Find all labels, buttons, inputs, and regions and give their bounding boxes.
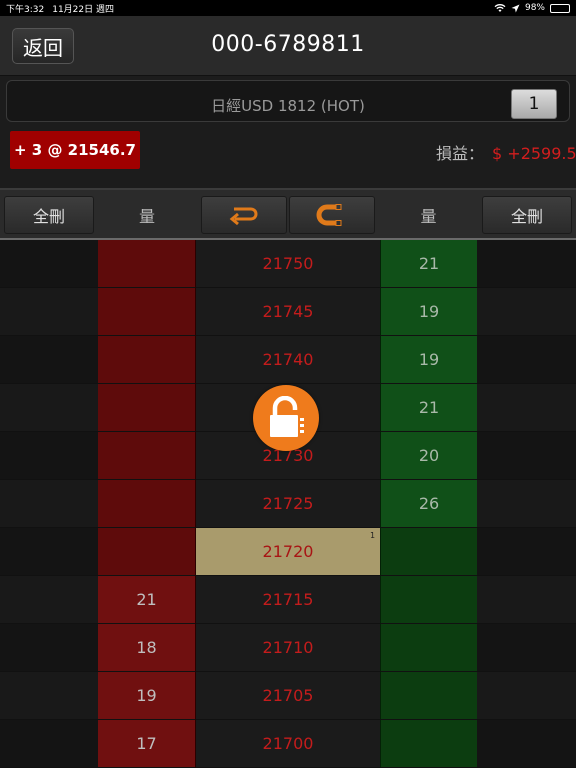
buy-order-cell[interactable] — [0, 432, 98, 480]
ladder-row: 21740 19 — [0, 336, 576, 384]
order-quantity-button[interactable]: 1 — [511, 89, 557, 119]
ask-volume-cell[interactable]: 19 — [380, 288, 477, 336]
ask-volume-cell[interactable] — [380, 576, 477, 624]
bid-volume-cell[interactable] — [98, 240, 196, 288]
position-row: + 3 @ 21546.7 損益： $ +2599.5 — [0, 126, 576, 188]
buy-order-cell[interactable] — [0, 528, 98, 576]
bid-volume-cell[interactable] — [98, 384, 196, 432]
ladder-row: 18 21710 — [0, 624, 576, 672]
location-arrow-icon — [511, 4, 520, 12]
buy-order-cell[interactable] — [0, 384, 98, 432]
ladder-row: 21720 1 — [0, 528, 576, 576]
sell-volume-header: 量 — [420, 207, 437, 226]
recenter-button[interactable] — [201, 196, 287, 234]
price-cell[interactable]: 21705 — [196, 672, 380, 720]
price-cell[interactable]: 21750 — [196, 240, 380, 288]
ladder-row: 21750 21 — [0, 240, 576, 288]
return-arrow-icon — [229, 207, 258, 226]
ladder-row: 21725 26 — [0, 480, 576, 528]
price-cell[interactable]: 21720 — [196, 528, 380, 576]
sell-order-cell[interactable] — [477, 624, 576, 672]
ladder-controls: 全刪 量 量 全刪 — [0, 188, 576, 240]
buy-order-cell[interactable] — [0, 480, 98, 528]
price-cell[interactable]: 21725 — [196, 480, 380, 528]
ask-volume-cell[interactable] — [380, 672, 477, 720]
back-button[interactable]: 返回 — [12, 28, 74, 64]
bid-volume-cell[interactable]: 18 — [98, 624, 196, 672]
magnet-icon — [316, 204, 342, 226]
buy-order-cell[interactable] — [0, 672, 98, 720]
buy-order-cell[interactable] — [0, 624, 98, 672]
sell-order-cell[interactable] — [477, 528, 576, 576]
unlock-icon — [270, 396, 304, 437]
price-cell[interactable]: 21715 — [196, 576, 380, 624]
ask-volume-cell[interactable] — [380, 624, 477, 672]
pnl-label: 損益： — [436, 144, 485, 163]
bid-volume-cell[interactable]: 17 — [98, 720, 196, 768]
bid-volume-cell[interactable]: 19 — [98, 672, 196, 720]
sell-order-cell[interactable] — [477, 288, 576, 336]
contract-name: 日經USD 1812 (HOT) — [211, 97, 365, 115]
nav-bar: 返回 000-6789811 — [0, 16, 576, 76]
status-bar: 下午3:32 11月22日 週四 98% — [0, 0, 576, 16]
pnl: 損益： $ +2599.5 — [436, 140, 576, 164]
status-time: 下午3:32 — [6, 4, 45, 15]
price-cell[interactable]: 21745 — [196, 288, 380, 336]
bid-volume-cell[interactable] — [98, 432, 196, 480]
ask-volume-cell[interactable] — [380, 720, 477, 768]
buy-volume-header: 量 — [138, 207, 155, 226]
ask-volume-cell[interactable]: 19 — [380, 336, 477, 384]
position-badge[interactable]: + 3 @ 21546.7 — [10, 131, 140, 169]
ladder-row: 19 21705 — [0, 672, 576, 720]
ladder-row: 21745 19 — [0, 288, 576, 336]
price-ladder: 21750 21 21745 19 21740 19 21 21730 20 21725 26 217… — [0, 240, 576, 768]
sell-order-cell[interactable] — [477, 672, 576, 720]
ladder-row: 21 21715 — [0, 576, 576, 624]
battery-percent: 98% — [524, 3, 545, 13]
bid-volume-cell[interactable]: 21 — [98, 576, 196, 624]
bid-volume-cell[interactable] — [98, 528, 196, 576]
buy-order-cell[interactable] — [0, 576, 98, 624]
delete-all-sell-button[interactable]: 全刪 — [482, 196, 572, 234]
price-cell[interactable]: 21700 — [196, 720, 380, 768]
lock-toggle-button[interactable] — [253, 385, 319, 451]
price-cell[interactable]: 21710 — [196, 624, 380, 672]
buy-order-cell[interactable] — [0, 240, 98, 288]
status-date: 11月22日 週四 — [52, 4, 114, 15]
ask-volume-cell[interactable]: 20 — [380, 432, 477, 480]
order-count-mark: 1 — [370, 531, 376, 540]
ask-volume-cell[interactable]: 21 — [380, 384, 477, 432]
buy-order-cell[interactable] — [0, 336, 98, 384]
bid-volume-cell[interactable] — [98, 336, 196, 384]
account-number: 000-6789811 — [211, 32, 365, 57]
buy-order-cell[interactable] — [0, 720, 98, 768]
ask-volume-cell[interactable] — [380, 528, 477, 576]
sell-order-cell[interactable] — [477, 432, 576, 480]
bid-volume-cell[interactable] — [98, 288, 196, 336]
sell-order-cell[interactable] — [477, 384, 576, 432]
price-cell[interactable]: 21740 — [196, 336, 380, 384]
sell-order-cell[interactable] — [477, 480, 576, 528]
ask-volume-cell[interactable]: 26 — [380, 480, 477, 528]
sell-order-cell[interactable] — [477, 336, 576, 384]
sell-order-cell[interactable] — [477, 576, 576, 624]
auto-center-button[interactable] — [289, 196, 375, 234]
delete-all-buy-button[interactable]: 全刪 — [4, 196, 94, 234]
battery-icon — [550, 3, 570, 13]
wifi-icon — [494, 4, 506, 12]
sell-order-cell[interactable] — [477, 240, 576, 288]
contract-selector[interactable]: 日經USD 1812 (HOT) 1 — [6, 80, 570, 122]
ask-volume-cell[interactable]: 21 — [380, 240, 477, 288]
bid-volume-cell[interactable] — [98, 480, 196, 528]
ladder-row: 17 21700 — [0, 720, 576, 768]
contract-row: 日經USD 1812 (HOT) 1 — [0, 76, 576, 126]
sell-order-cell[interactable] — [477, 720, 576, 768]
buy-order-cell[interactable] — [0, 288, 98, 336]
pnl-value: $ +2599.5 — [492, 144, 576, 163]
